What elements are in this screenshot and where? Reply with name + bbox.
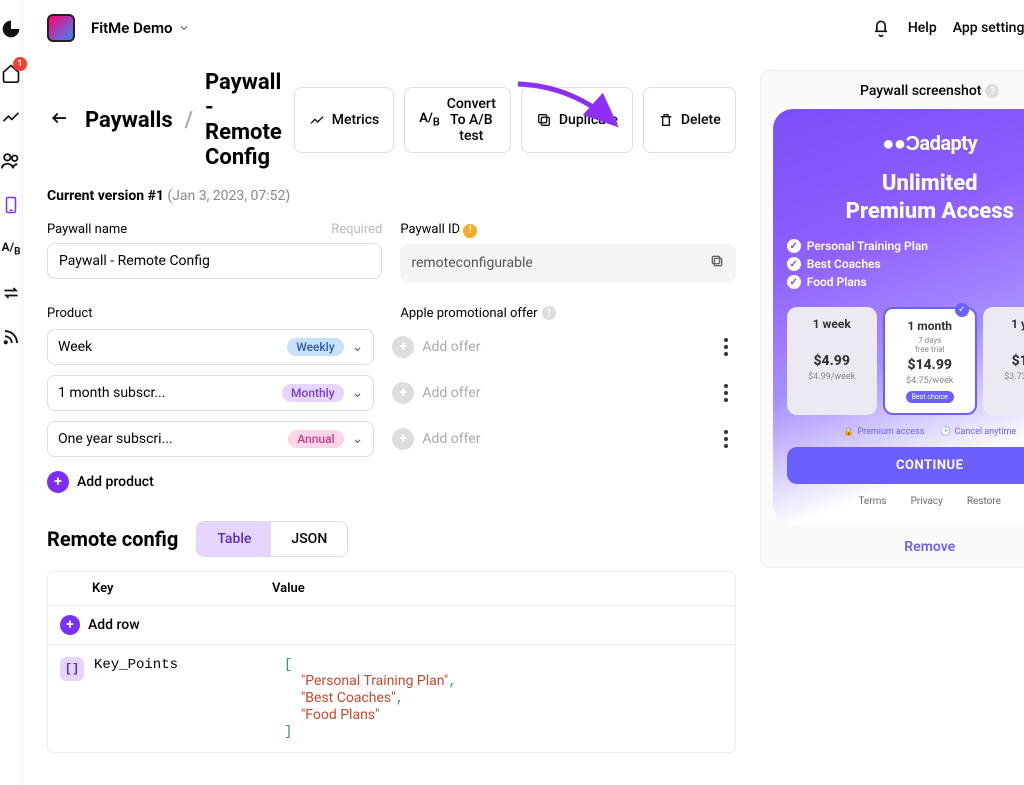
product-row: 1 month subscr...Monthly⌄ +Add offer [47,375,736,411]
terms-link[interactable]: Terms [858,496,886,507]
delete-button[interactable]: Delete [643,87,736,153]
help-icon[interactable]: ? [542,306,556,320]
chevron-down-icon: ⌄ [352,431,364,447]
topbar: FitMe Demo Help App settings Account [23,0,1024,56]
metrics-button[interactable]: Metrics [294,87,394,153]
continue-button[interactable]: CONTINUE [787,447,1024,484]
paywall-preview: ✕ ●●Ͻadapty UnlimitedPremium Access ✓Per… [773,109,1024,525]
screenshot-panel: Paywall screenshot ? ✕ ●●Ͻadapty Unlimit… [760,70,1024,568]
paywall-id-box: remoteconfigurable [400,244,735,282]
nav-rail: 1 A/B [0,0,23,785]
version-line: Current version #1 (Jan 3, 2023, 07:52) [47,188,736,204]
clock-icon: 🕒 [940,427,951,437]
type-badge: [] [60,657,84,681]
add-offer-icon[interactable]: + [392,336,414,358]
warning-icon: ! [463,224,477,238]
product-select[interactable]: One year subscri...Annual⌄ [47,421,374,457]
copy-icon[interactable] [709,253,725,273]
chevron-down-icon: ⌄ [352,385,364,401]
add-offer-icon[interactable]: + [392,428,414,450]
privacy-link[interactable]: Privacy [911,496,943,507]
offer-header: Apple promotional offer [400,306,537,321]
add-offer-label[interactable]: Add offer [422,339,480,355]
paywall-id-label: Paywall ID [400,222,460,237]
paywall-name-label: Paywall name [47,222,127,237]
check-icon: ✓ [787,239,801,253]
app-name: FitMe Demo [91,19,172,37]
app-settings-link[interactable]: App settings [953,20,1024,36]
best-badge: Best choice [906,391,954,403]
remote-config-title: Remote config [47,527,178,551]
check-icon: ✓ [787,275,801,289]
help-icon[interactable]: ? [985,84,999,98]
config-view-tabs: Table JSON [196,521,348,557]
logo-icon[interactable] [0,18,22,40]
app-selector[interactable]: FitMe Demo [91,19,190,37]
preview-brand: ●●Ͻadapty [787,131,1024,156]
screenshot-label: Paywall screenshot [860,83,981,99]
add-offer-label[interactable]: Add offer [422,385,480,401]
plus-icon: + [47,471,69,493]
row-value[interactable]: [ "Personal Training Plan", "Best Coache… [284,657,457,740]
page-header: Paywalls / Paywall - Remote Config Metri… [47,70,736,170]
row-menu-icon[interactable] [716,384,736,402]
chevron-down-icon [178,22,190,34]
lock-icon: 🔒 [843,427,854,437]
app-logo [47,14,75,42]
add-product-button[interactable]: +Add product [47,471,736,493]
bidirectional-icon[interactable] [0,282,22,304]
add-offer-label[interactable]: Add offer [422,431,480,447]
plus-icon: + [60,615,80,635]
breadcrumb-current: Paywall - Remote Config [205,70,282,170]
back-button[interactable] [47,109,73,131]
chevron-down-icon: ⌄ [352,339,364,355]
period-badge: Monthly [282,384,344,402]
product-row: One year subscri...Annual⌄ +Add offer [47,421,736,457]
duplicate-button[interactable]: Duplicate [521,87,633,153]
main-area: FitMe Demo Help App settings Account Pay… [23,0,1024,785]
product-select[interactable]: 1 month subscr...Monthly⌄ [47,375,374,411]
plan-card-selected[interactable]: 1 month 7 days free trial $14.99 $4.75/w… [883,307,977,415]
row-key[interactable]: Key_Points [94,657,274,740]
users-icon[interactable] [0,150,22,172]
table-row: [] Key_Points [ "Personal Training Plan"… [47,644,736,753]
row-menu-icon[interactable] [716,430,736,448]
ab-test-icon[interactable]: A/B [0,238,22,260]
row-menu-icon[interactable] [716,338,736,356]
tab-table[interactable]: Table [197,522,271,556]
analytics-icon[interactable] [0,106,22,128]
bell-icon[interactable] [870,17,892,39]
check-icon: ✓ [787,257,801,271]
paywall-id-value: remoteconfigurable [411,255,532,271]
breadcrumb-root[interactable]: Paywalls [85,108,173,133]
restore-link[interactable]: Restore [967,496,1001,507]
col-value: Value [272,581,305,596]
period-badge: Weekly [287,338,343,356]
product-row: WeekWeekly⌄ +Add offer [47,329,736,365]
help-link[interactable]: Help [908,20,937,36]
paywall-name-input[interactable] [47,243,382,279]
preview-hero: UnlimitedPremium Access [787,170,1024,225]
remove-screenshot-button[interactable]: Remove [773,539,1024,555]
product-header: Product [47,306,382,321]
home-icon[interactable]: 1 [0,62,22,84]
add-row-button[interactable]: +Add row [47,605,736,644]
period-badge: Annual [288,430,343,448]
plan-card[interactable]: 1 week $4.99 $4.99/week [787,307,877,415]
table-header: Key Value [47,571,736,605]
breadcrumb-sep: / [185,108,193,133]
product-select[interactable]: WeekWeekly⌄ [47,329,374,365]
plan-card[interactable]: 1 year $179 $3.73/week [983,307,1024,415]
add-offer-icon[interactable]: + [392,382,414,404]
ab-icon: A/B [419,111,440,129]
feed-icon[interactable] [0,326,22,348]
convert-ab-button[interactable]: A/BConvert To A/B test [404,87,511,153]
col-key: Key [92,581,272,596]
paywalls-icon[interactable] [0,194,22,216]
tab-json[interactable]: JSON [271,522,347,556]
